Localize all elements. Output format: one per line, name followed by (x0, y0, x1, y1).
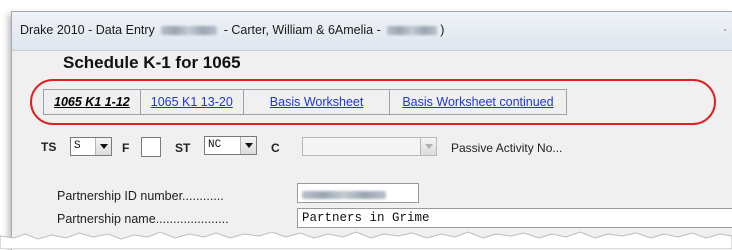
form-content: Schedule K-1 for 1065 1065 K1 1-12 1065 … (12, 51, 732, 250)
title-bar: Drake 2010 - Data Entry - Carter, Willia… (12, 12, 732, 51)
st-value: NC (208, 139, 222, 151)
partnership-name-input[interactable]: Partners in Grime (297, 208, 732, 228)
partnership-id-input[interactable] (297, 183, 419, 203)
title-right-glyph: · (723, 24, 727, 36)
c-combo[interactable] (302, 137, 437, 156)
st-label: ST (175, 141, 191, 155)
f-label: F (122, 141, 130, 155)
st-combo[interactable]: NC (204, 136, 257, 155)
redacted-id (387, 26, 438, 36)
title-prefix: Drake 2010 - Data Entry (20, 23, 155, 37)
title-middle: - Carter, William & 6Amelia - (223, 23, 381, 37)
c-label: C (271, 141, 280, 155)
title-suffix: ) (440, 23, 445, 37)
torn-edge (0, 231, 732, 249)
ts-dropdown-arrow-icon[interactable] (95, 138, 111, 155)
redacted-partnership-id (302, 191, 386, 200)
ts-value: S (74, 140, 81, 152)
partnership-name-label: Partnership name..................... (57, 212, 229, 226)
passive-activity-label: Passive Activity No... (451, 141, 563, 155)
tab-basis-worksheet-continued[interactable]: Basis Worksheet continued (390, 89, 567, 115)
form-title: Schedule K-1 for 1065 (63, 53, 241, 72)
ts-combo[interactable]: S (70, 137, 112, 156)
tab-basis-worksheet[interactable]: Basis Worksheet (243, 89, 391, 115)
window-title: Drake 2010 - Data Entry - Carter, Willia… (20, 23, 444, 37)
partnership-id-label: Partnership ID number............ (57, 189, 224, 203)
ts-label: TS (41, 140, 57, 154)
data-entry-window: Drake 2010 - Data Entry - Carter, Willia… (11, 11, 732, 250)
tab-1065-k1-13-20[interactable]: 1065 K1 13-20 (140, 89, 244, 115)
header-fields-row: TS S F ST NC C Passive Activity No... (12, 135, 732, 161)
c-dropdown-arrow-icon[interactable] (420, 138, 436, 155)
redacted-ssn (161, 26, 218, 36)
f-checkbox[interactable] (141, 137, 161, 157)
form-tab-strip: 1065 K1 1-12 1065 K1 13-20 Basis Workshe… (43, 89, 567, 115)
st-dropdown-arrow-icon[interactable] (240, 137, 256, 154)
tab-1065-k1-1-12[interactable]: 1065 K1 1-12 (43, 89, 141, 115)
